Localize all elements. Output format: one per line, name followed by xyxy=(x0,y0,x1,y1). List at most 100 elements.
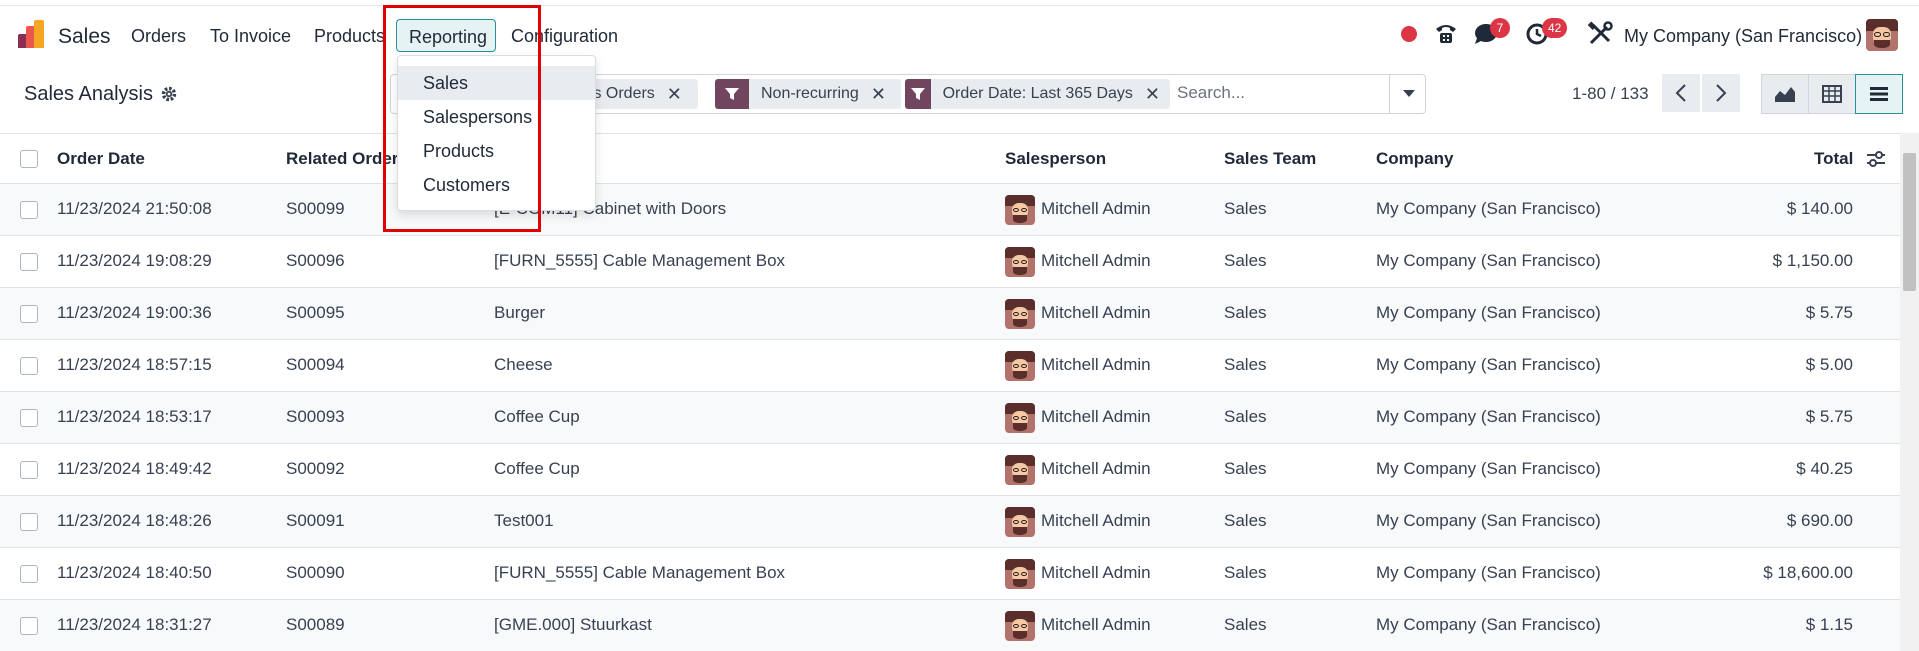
facet-non-recurring[interactable]: Non-recurring ✕ xyxy=(715,79,901,109)
record-dot-icon[interactable] xyxy=(1401,26,1417,42)
cell-salesperson: Mitchell Admin xyxy=(1041,251,1151,270)
row-checkbox[interactable] xyxy=(20,461,38,479)
tools-icon[interactable] xyxy=(1587,21,1613,47)
vertical-scrollbar[interactable] xyxy=(1900,133,1919,651)
list-icon xyxy=(1870,87,1888,101)
cell-order-date: 11/23/2024 18:57:15 xyxy=(57,355,212,374)
optional-columns-icon[interactable] xyxy=(1866,150,1886,168)
cell-order-date: 11/23/2024 18:49:42 xyxy=(57,459,212,478)
cell-product: [FURN_5555] Cable Management Box xyxy=(494,563,786,582)
cell-salesperson: Mitchell Admin xyxy=(1041,563,1151,582)
list-header: Order Date Related Order Salesperson Sal… xyxy=(0,133,1900,184)
cell-sales-team: Sales xyxy=(1224,615,1267,634)
gear-icon[interactable] xyxy=(160,85,178,103)
cell-related-order: S00099 xyxy=(286,199,345,218)
messages-badge: 7 xyxy=(1490,18,1510,38)
row-checkbox[interactable] xyxy=(20,201,38,219)
table-row[interactable]: 11/23/2024 19:08:29 S00096 [FURN_5555] Cab… xyxy=(0,236,1900,288)
graph-view-button[interactable] xyxy=(1761,74,1809,114)
cell-company: My Company (San Francisco) xyxy=(1376,199,1601,218)
app-name[interactable]: Sales xyxy=(58,25,111,49)
select-all-checkbox[interactable] xyxy=(20,150,38,168)
cell-related-order: S00095 xyxy=(286,303,345,322)
salesperson-avatar xyxy=(1005,195,1035,225)
menu-products[interactable]: Products xyxy=(314,26,385,47)
dropdown-item-customers[interactable]: Customers xyxy=(398,168,595,202)
cell-sales-team: Sales xyxy=(1224,563,1267,582)
user-avatar[interactable] xyxy=(1866,19,1898,51)
dropdown-item-products[interactable]: Products xyxy=(398,134,595,168)
menu-configuration[interactable]: Configuration xyxy=(511,26,618,47)
facet-sales-orders[interactable]: les Orders ✕ xyxy=(581,79,698,109)
table-row[interactable]: 11/23/2024 18:48:26 S00091 Test001 Mitchell… xyxy=(0,496,1900,548)
dropdown-item-salespersons[interactable]: Salespersons xyxy=(398,100,595,134)
cell-product: Test001 xyxy=(494,511,554,530)
cell-salesperson: Mitchell Admin xyxy=(1041,355,1151,374)
search-input[interactable] xyxy=(1177,83,1377,103)
pager-value[interactable]: 1-80 / 133 xyxy=(1572,84,1649,104)
cell-order-date: 11/23/2024 21:50:08 xyxy=(57,199,212,218)
table-grid-icon xyxy=(1822,85,1842,103)
table-row[interactable]: 11/23/2024 21:50:08 S00099 [E-COM11] Cabin… xyxy=(0,184,1900,236)
cell-sales-team: Sales xyxy=(1224,303,1267,322)
facet-remove-icon[interactable]: ✕ xyxy=(871,84,896,105)
dropdown-item-label: Sales xyxy=(423,73,469,93)
page-title: Sales Analysis xyxy=(24,83,153,105)
facet-remove-icon[interactable]: ✕ xyxy=(667,84,692,105)
dropdown-item-label: Customers xyxy=(423,175,511,195)
activities-badge: 42 xyxy=(1542,18,1568,38)
salesperson-avatar xyxy=(1005,351,1035,381)
salesperson-avatar xyxy=(1005,403,1035,433)
salesperson-avatar xyxy=(1005,247,1035,277)
dropdown-item-sales[interactable]: Sales xyxy=(398,66,595,100)
phone-icon[interactable] xyxy=(1433,20,1459,46)
table-row[interactable]: 11/23/2024 19:00:36 S00095 Burger Mitchell … xyxy=(0,288,1900,340)
list-view-button[interactable] xyxy=(1855,74,1903,114)
company-switcher[interactable]: My Company (San Francisco) xyxy=(1624,26,1862,47)
scrollbar-thumb[interactable] xyxy=(1903,153,1916,291)
row-checkbox[interactable] xyxy=(20,409,38,427)
table-row[interactable]: 11/23/2024 18:40:50 S00090 [FURN_5555] Cab… xyxy=(0,548,1900,600)
filter-icon xyxy=(715,79,749,109)
column-order-date[interactable]: Order Date xyxy=(57,149,145,169)
cell-related-order: S00089 xyxy=(286,615,345,634)
dropdown-item-label: Products xyxy=(423,141,495,161)
menu-orders[interactable]: Orders xyxy=(131,26,186,47)
column-sales-team[interactable]: Sales Team xyxy=(1224,149,1316,169)
row-checkbox[interactable] xyxy=(20,565,38,583)
table-row[interactable]: 11/23/2024 18:31:27 S00089 [GME.000] Stuur… xyxy=(0,600,1900,651)
pager-previous-button[interactable] xyxy=(1662,74,1700,112)
table-row[interactable]: 11/23/2024 18:57:15 S00094 Cheese Mitchell … xyxy=(0,340,1900,392)
row-checkbox[interactable] xyxy=(20,513,38,531)
column-company[interactable]: Company xyxy=(1376,149,1453,169)
pager-next-button[interactable] xyxy=(1702,74,1740,112)
pivot-view-button[interactable] xyxy=(1808,74,1856,114)
cell-company: My Company (San Francisco) xyxy=(1376,563,1601,582)
table-row[interactable]: 11/23/2024 18:53:17 S00093 Coffee Cup Mitch… xyxy=(0,392,1900,444)
menu-reporting[interactable]: Reporting xyxy=(396,19,496,52)
facet-order-date[interactable]: Order Date: Last 365 Days ✕ xyxy=(905,79,1170,109)
app-logo[interactable] xyxy=(18,20,46,48)
cell-total: $ 1.15 xyxy=(1805,615,1853,634)
menu-to-invoice[interactable]: To Invoice xyxy=(210,26,291,47)
cell-related-order: S00090 xyxy=(286,563,345,582)
cell-salesperson: Mitchell Admin xyxy=(1041,511,1151,530)
column-salesperson[interactable]: Salesperson xyxy=(1005,149,1106,169)
cell-sales-team: Sales xyxy=(1224,407,1267,426)
facet-remove-icon[interactable]: ✕ xyxy=(1145,84,1170,105)
cell-company: My Company (San Francisco) xyxy=(1376,511,1601,530)
column-total[interactable]: Total xyxy=(1814,149,1853,169)
row-checkbox[interactable] xyxy=(20,253,38,271)
row-checkbox[interactable] xyxy=(20,617,38,635)
cell-sales-team: Sales xyxy=(1224,251,1267,270)
row-checkbox[interactable] xyxy=(20,357,38,375)
search-options-toggle[interactable] xyxy=(1389,75,1427,113)
facet-label: Non-recurring xyxy=(761,85,859,102)
cell-product: Burger xyxy=(494,303,546,322)
salesperson-avatar xyxy=(1005,455,1035,485)
salesperson-avatar xyxy=(1005,611,1035,641)
row-checkbox[interactable] xyxy=(20,305,38,323)
table-row[interactable]: 11/23/2024 18:49:42 S00092 Coffee Cup Mitch… xyxy=(0,444,1900,496)
menu-reporting-label: Reporting xyxy=(409,27,488,47)
column-related-order[interactable]: Related Order xyxy=(286,149,398,169)
